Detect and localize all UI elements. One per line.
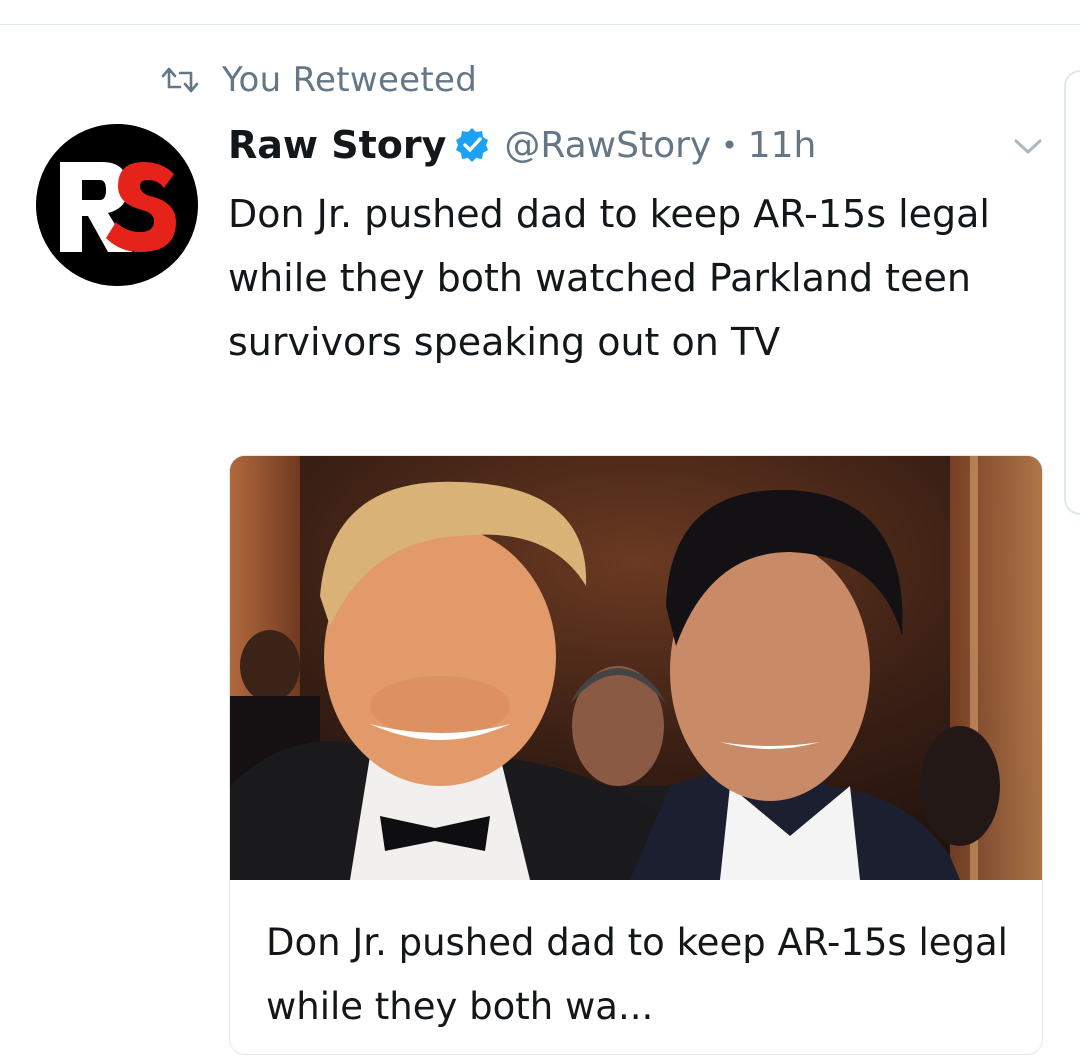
card-title[interactable]: Don Jr. pushed dad to keep AR-15s legal …	[266, 911, 1026, 1039]
user-handle[interactable]: @RawStory	[504, 125, 711, 166]
retweet-banner: You Retweeted	[160, 56, 477, 104]
card-photo[interactable]	[230, 456, 1042, 880]
avatar-label: RS	[36, 124, 38, 125]
tweet-text: Don Jr. pushed dad to keep AR-15s legal …	[228, 192, 990, 364]
avatar[interactable]: RS	[36, 124, 198, 286]
retweet-icon	[160, 67, 200, 93]
display-name[interactable]: Raw Story	[228, 123, 446, 167]
top-divider	[0, 24, 1080, 25]
scrollbar-track[interactable]	[1064, 70, 1080, 515]
separator-dot: •	[721, 128, 738, 162]
retweet-label: You Retweeted	[222, 60, 478, 100]
verified-badge-icon	[454, 127, 490, 163]
link-card[interactable]: Don Jr. pushed dad to keep AR-15s legal …	[229, 455, 1043, 1055]
timestamp[interactable]: 11h	[748, 125, 817, 166]
tweet-header: Raw Story @RawStory • 11h	[228, 118, 816, 172]
chevron-down-icon[interactable]	[1010, 132, 1046, 162]
